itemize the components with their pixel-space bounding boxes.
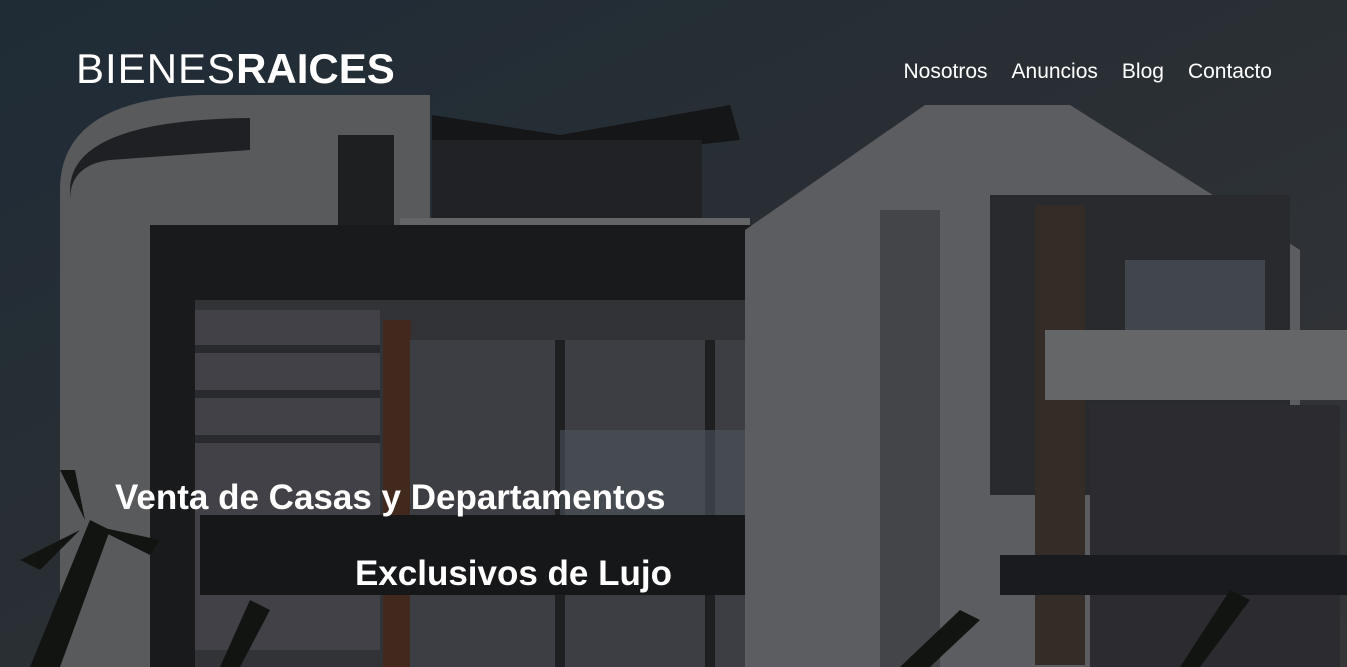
- hero-headline: Venta de Casas y Departamentos Exclusivo…: [115, 460, 672, 612]
- site-logo[interactable]: BIENESRAICES: [76, 44, 395, 93]
- hero-section: BIENESRAICES Nosotros Anuncios Blog Cont…: [0, 0, 1347, 667]
- hero-headline-line1: Venta de Casas y Departamentos: [115, 478, 666, 517]
- nav-link-anuncios[interactable]: Anuncios: [1012, 60, 1098, 84]
- nav-link-nosotros[interactable]: Nosotros: [903, 60, 987, 84]
- main-navigation: Nosotros Anuncios Blog Contacto: [903, 60, 1272, 84]
- nav-link-contacto[interactable]: Contacto: [1188, 60, 1272, 84]
- hero-headline-line2: Exclusivos de Lujo: [354, 554, 672, 593]
- logo-text-light: BIENES: [76, 45, 237, 92]
- nav-link-blog[interactable]: Blog: [1122, 60, 1164, 84]
- logo-text-bold: RAICES: [236, 45, 395, 92]
